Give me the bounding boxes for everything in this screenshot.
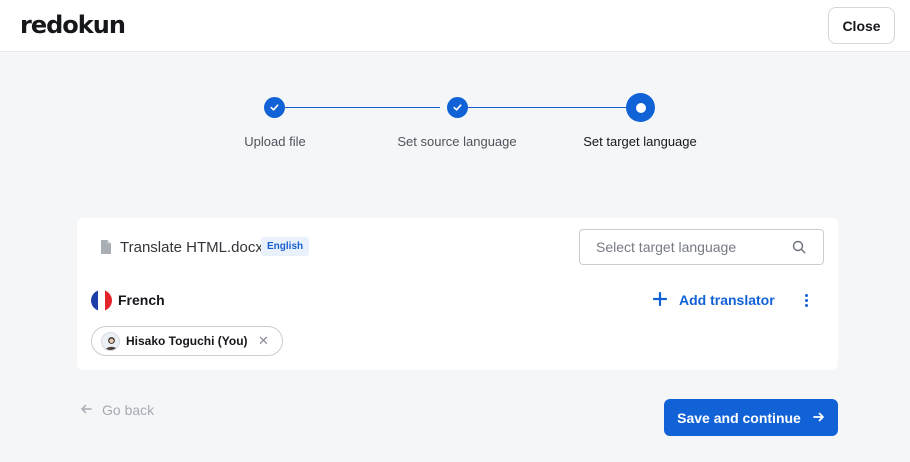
- step-label-set-source-language: Set source language: [397, 134, 517, 149]
- plus-icon: [652, 291, 668, 309]
- step-label-set-target-language: Set target language: [583, 134, 697, 149]
- add-translator-button[interactable]: Add translator: [652, 290, 775, 310]
- top-bar: redokun Close: [0, 0, 910, 52]
- document-file-icon: [100, 240, 112, 259]
- add-translator-label: Add translator: [679, 292, 775, 308]
- step-label-upload-file: Upload file: [244, 134, 306, 149]
- go-back-button[interactable]: Go back: [80, 402, 154, 418]
- target-language-name: French: [118, 292, 165, 308]
- translator-chip: Hisako Toguchi (You) ✕: [91, 326, 283, 356]
- search-icon: [792, 240, 806, 259]
- arrow-right-icon: [812, 410, 825, 426]
- target-language-search[interactable]: [579, 229, 824, 265]
- close-button[interactable]: Close: [828, 7, 895, 44]
- go-back-label: Go back: [102, 402, 155, 418]
- source-language-badge: English: [261, 237, 310, 256]
- step-2-complete-checkmark-icon: [447, 97, 468, 118]
- step-connector-1: [285, 107, 440, 108]
- step-3-active-indicator: [626, 93, 655, 122]
- translator-name: Hisako Toguchi (You): [126, 334, 248, 348]
- avatar: [101, 332, 120, 351]
- step-connector-2: [468, 107, 626, 108]
- target-language-search-input[interactable]: [596, 239, 786, 255]
- document-card: Translate HTML.docx English French Add t…: [77, 218, 838, 370]
- french-flag-icon: [91, 290, 112, 311]
- remove-translator-close-icon[interactable]: ✕: [258, 333, 269, 349]
- save-and-continue-label: Save and continue: [677, 409, 801, 426]
- more-options-icon[interactable]: [799, 292, 813, 308]
- arrow-left-icon: [80, 402, 92, 418]
- redokun-logo: redokun: [20, 11, 126, 39]
- file-name: Translate HTML.docx: [120, 239, 263, 256]
- step-1-complete-checkmark-icon: [264, 97, 285, 118]
- save-and-continue-button[interactable]: Save and continue: [664, 399, 838, 436]
